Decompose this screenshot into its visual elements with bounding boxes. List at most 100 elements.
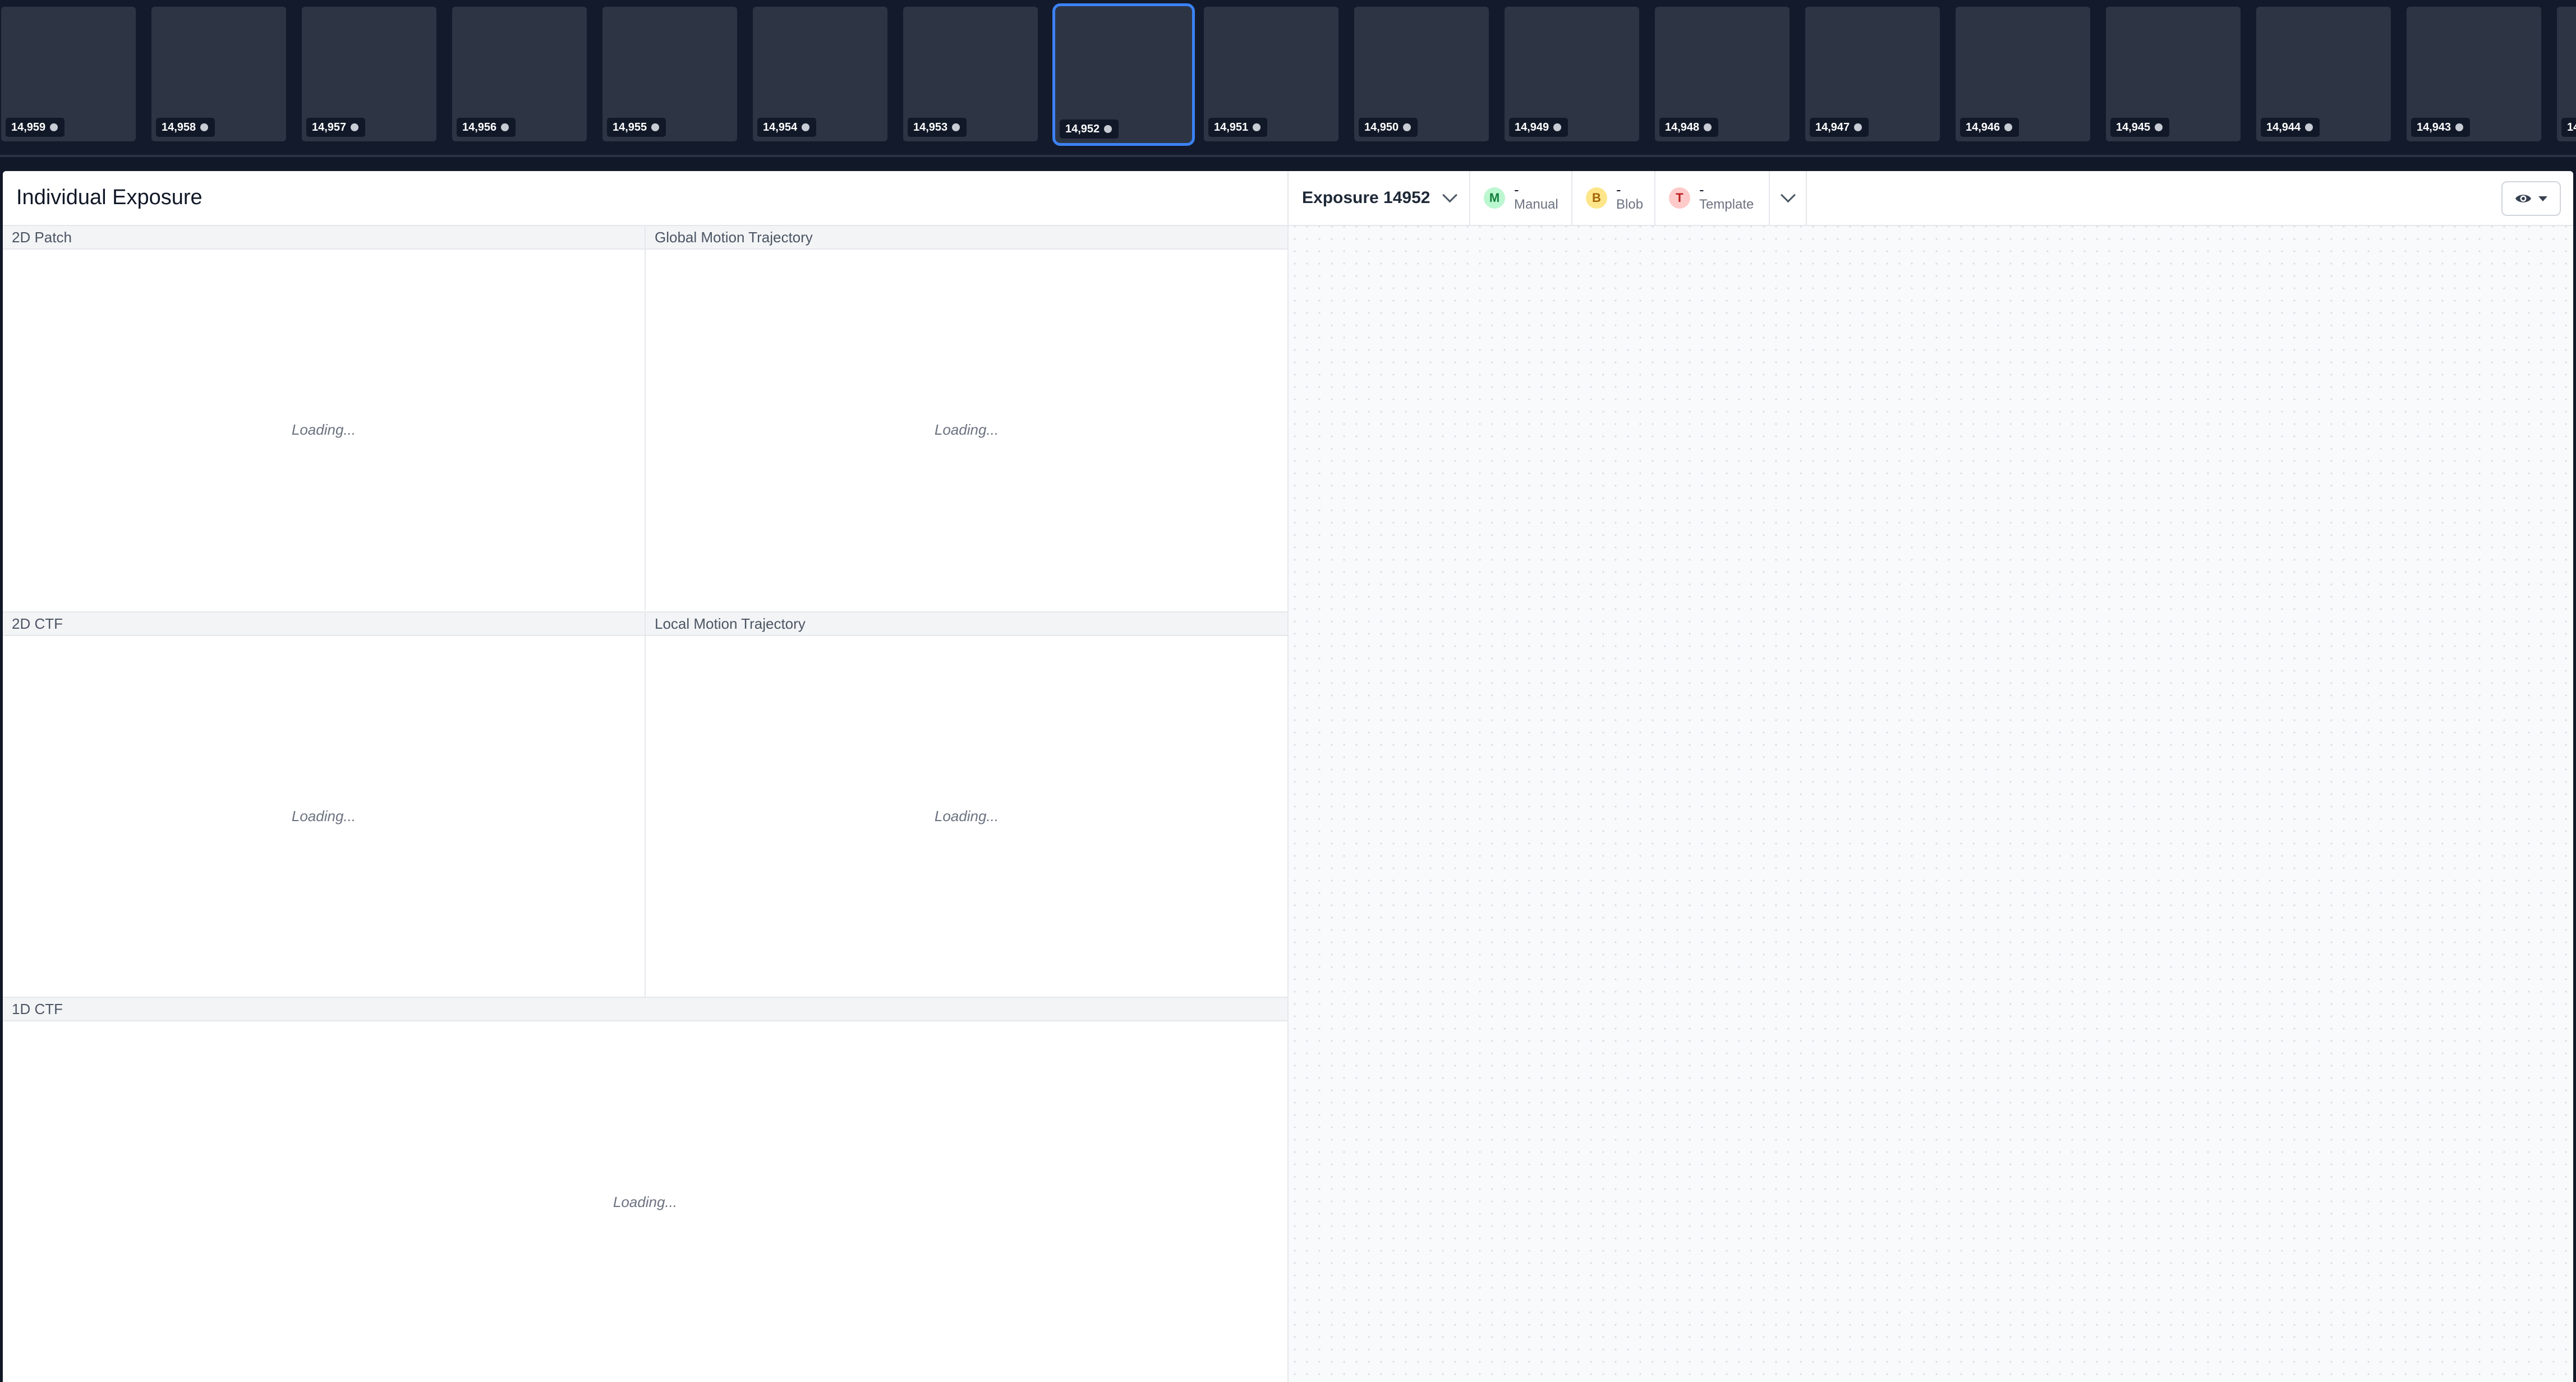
- blob-text: - Blob: [1616, 181, 1644, 213]
- exposure-select[interactable]: Exposure 14952: [1289, 171, 1470, 225]
- thumbnail-label: 14,958: [162, 121, 196, 133]
- thumbnail-badge: 14,946: [1960, 118, 2020, 137]
- more-pickers-button[interactable]: [1770, 171, 1807, 225]
- exposure-thumbnail[interactable]: 14,950: [1354, 7, 1489, 141]
- thumbnail-badge: 14,947: [1810, 118, 1869, 137]
- exposure-thumbnail[interactable]: 14,943: [2407, 7, 2541, 141]
- thumbnail-label: 14,945: [2116, 121, 2151, 133]
- panel-2d-ctf: 2D CTF Loading...: [3, 611, 646, 997]
- panel-title: Local Motion Trajectory: [646, 612, 1287, 636]
- loading-text: Loading...: [291, 808, 356, 824]
- exposure-thumbnail[interactable]: 14,957: [302, 7, 436, 141]
- thumbnail-badge: 14,959: [6, 118, 65, 137]
- viewer-toolbar: Exposure 14952 M - Manual B - Blob T - T…: [1289, 171, 2573, 226]
- thumbnail-badge: 14,955: [607, 118, 666, 137]
- blob-label: Blob: [1616, 197, 1644, 212]
- chevron-down-icon: [1780, 187, 1796, 202]
- template-picks-toggle[interactable]: T - Template: [1655, 171, 1770, 225]
- manual-count: -: [1514, 181, 1519, 198]
- exposure-thumbnail[interactable]: 14,953: [903, 7, 1038, 141]
- thumbnail-badge: 14,945: [2110, 118, 2170, 137]
- exposure-thumbnail[interactable]: 14,958: [151, 7, 286, 141]
- exposure-filmstrip[interactable]: 14,959 14,958 14,957 14,956 14,955 14,954 14,9…: [0, 0, 2576, 157]
- thumbnail-label: 14,943: [2417, 121, 2451, 133]
- view-options-button[interactable]: [2501, 181, 2561, 216]
- exposure-thumbnail[interactable]: 14,956: [452, 7, 587, 141]
- caret-down-icon: [2538, 196, 2547, 201]
- main-panel: Individual Exposure 2D Patch Loading... …: [3, 171, 2573, 1382]
- blob-avatar: B: [1586, 187, 1607, 209]
- thumbnail-label: 14,947: [1815, 121, 1850, 133]
- filmstrip-scrollbar[interactable]: [0, 155, 2576, 157]
- thumbnail-badge: 14,942: [2561, 118, 2576, 137]
- panel-local-motion-trajectory: Local Motion Trajectory Loading...: [646, 611, 1287, 997]
- panel-body: Loading...: [646, 250, 1287, 610]
- exposure-thumbnail[interactable]: 14,942: [2557, 7, 2576, 141]
- thumbnail-label: 14,957: [312, 121, 347, 133]
- status-dot-icon: [2305, 123, 2313, 131]
- exposure-thumbnail[interactable]: 14,959: [1, 7, 136, 141]
- status-dot-icon: [2004, 123, 2013, 131]
- thumbnail-label: 14,946: [1966, 121, 2000, 133]
- status-dot-icon: [1553, 123, 1562, 131]
- thumbnail-badge: 14,958: [156, 118, 215, 137]
- status-dot-icon: [50, 123, 58, 131]
- manual-text: - Manual: [1514, 181, 1558, 213]
- exposure-thumbnail[interactable]: 14,955: [602, 7, 737, 141]
- thumbnail-badge: 14,950: [1359, 118, 1418, 137]
- thumbnail-badge: 14,943: [2411, 118, 2471, 137]
- page-title: Individual Exposure: [16, 186, 203, 209]
- thumbnail-badge: 14,952: [1060, 119, 1119, 139]
- thumbnail-label: 14,949: [1515, 121, 1549, 133]
- panel-body: Loading...: [3, 636, 645, 997]
- exposure-thumbnail[interactable]: 14,945: [2106, 7, 2241, 141]
- status-dot-icon: [802, 123, 810, 131]
- exposure-thumbnail[interactable]: 14,954: [753, 7, 887, 141]
- panel-title: 2D CTF: [3, 612, 645, 636]
- template-label: Template: [1699, 197, 1754, 212]
- exposure-thumbnail[interactable]: 14,948: [1655, 7, 1790, 141]
- thumbnail-label: 14,955: [613, 121, 647, 133]
- panel-title: 1D CTF: [3, 998, 1287, 1021]
- manual-picks-toggle[interactable]: M - Manual: [1470, 171, 1572, 225]
- thumbnail-badge: 14,951: [1208, 118, 1268, 137]
- exposure-thumbnail[interactable]: 14,949: [1505, 7, 1639, 141]
- thumbnail-badge: 14,953: [908, 118, 967, 137]
- status-dot-icon: [2455, 123, 2464, 131]
- template-text: - Template: [1699, 182, 1754, 213]
- micrograph-viewer[interactable]: Exposure 14952 M - Manual B - Blob T - T…: [1289, 171, 2573, 1382]
- thumbnail-label: 14,959: [11, 121, 46, 133]
- blob-picks-toggle[interactable]: B - Blob: [1572, 171, 1655, 225]
- panel-body: Loading...: [646, 636, 1287, 997]
- loading-text: Loading...: [291, 421, 356, 438]
- panel-global-motion-trajectory: Global Motion Trajectory Loading...: [646, 226, 1287, 610]
- exposure-thumbnail[interactable]: 14,944: [2256, 7, 2391, 141]
- panel-1d-ctf: 1D CTF Loading...: [3, 997, 1287, 1382]
- status-dot-icon: [200, 123, 209, 131]
- thumbnail-label: 14,948: [1665, 121, 1700, 133]
- manual-label: Manual: [1514, 197, 1558, 212]
- status-dot-icon: [2155, 123, 2163, 131]
- panel-title: 2D Patch: [3, 226, 645, 250]
- exposure-thumbnail[interactable]: 14,951: [1204, 7, 1338, 141]
- exposure-thumbnail[interactable]: 14,947: [1805, 7, 1940, 141]
- status-dot-icon: [952, 123, 960, 131]
- chevron-down-icon: [1442, 187, 1458, 202]
- status-dot-icon: [1253, 123, 1261, 131]
- thumbnail-label: 14,950: [1364, 121, 1399, 133]
- blob-count: -: [1616, 181, 1621, 198]
- exposure-select-label: Exposure 14952: [1302, 188, 1430, 207]
- panel-body: Loading...: [3, 1021, 1287, 1382]
- panel-2d-patch: 2D Patch Loading...: [3, 226, 646, 610]
- thumbnail-label: 14,954: [763, 121, 798, 133]
- page-header: Individual Exposure: [3, 171, 1287, 226]
- exposure-thumbnail[interactable]: 14,946: [1956, 7, 2090, 141]
- exposure-thumbnail-selected[interactable]: 14,952: [1052, 3, 1195, 146]
- status-dot-icon: [351, 123, 359, 131]
- status-dot-icon: [501, 123, 509, 131]
- thumbnail-label: 14,942: [2567, 121, 2576, 133]
- status-dot-icon: [651, 123, 660, 131]
- panel-body: Loading...: [3, 250, 645, 610]
- manual-avatar: M: [1484, 187, 1505, 209]
- thumbnail-label: 14,944: [2266, 121, 2301, 133]
